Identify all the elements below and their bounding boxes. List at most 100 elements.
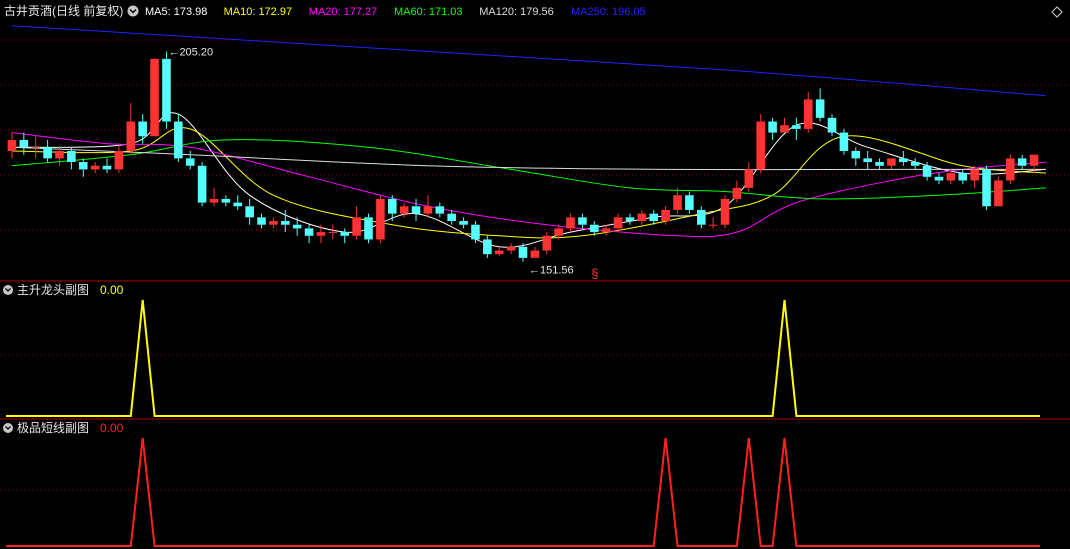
candle (483, 235, 492, 258)
candle (209, 187, 219, 207)
sub1-collapse-toggle[interactable] (3, 285, 13, 295)
candle-body (447, 213, 456, 222)
sub-panel-2-header: 极品短线副图 0.00 (3, 421, 124, 435)
sub2-value: 0.00 (100, 421, 124, 435)
candle-body (387, 198, 397, 214)
candle-body (185, 158, 195, 166)
candle-body (887, 158, 896, 166)
candle-body (43, 147, 52, 159)
candle-body (364, 217, 373, 240)
candle-body (958, 173, 968, 181)
candle-body (827, 117, 837, 133)
candle-body (649, 213, 659, 222)
candle-body (685, 195, 694, 210)
candle-body (19, 139, 29, 148)
stock-title: 古井贡酒(日线 前复权) (4, 3, 123, 18)
candle (114, 143, 124, 174)
candle-body (637, 213, 647, 222)
sub2-title: 极品短线副图 (17, 421, 89, 435)
candle (376, 195, 385, 244)
candle (685, 191, 694, 214)
candle-body (292, 224, 302, 229)
candle (494, 246, 504, 256)
candle (875, 158, 884, 170)
high-price-label: ←205.20 (168, 46, 213, 58)
candle (269, 217, 278, 229)
candle-body (839, 132, 849, 151)
candle (566, 213, 575, 233)
candle-body (435, 206, 445, 214)
candle-body (209, 198, 219, 203)
candle (1017, 154, 1027, 170)
candle-body (744, 169, 754, 188)
candle-body (922, 165, 932, 177)
candle-body (768, 121, 777, 133)
candle-body (732, 187, 742, 199)
ma-readout: MA120: 179.56 (479, 6, 554, 18)
candle-body (269, 221, 278, 225)
candle-body (162, 58, 171, 122)
candle-body (245, 206, 254, 218)
candle (292, 217, 302, 236)
ma-readout: MA20: 177.27 (309, 6, 378, 18)
candle-body (316, 232, 326, 236)
candle-body (281, 221, 290, 225)
expand-button[interactable] (1051, 6, 1063, 18)
diamond-icon[interactable] (1051, 6, 1063, 18)
signal-marker: § (591, 266, 598, 281)
candle-body (566, 217, 575, 229)
candle (423, 195, 433, 218)
candle-body (530, 250, 540, 258)
candle-body (102, 165, 112, 170)
candlestick-series (7, 51, 1039, 262)
candle (102, 158, 112, 174)
candle (447, 209, 456, 225)
candle (7, 132, 17, 159)
candle (31, 136, 40, 159)
candle-body (982, 169, 991, 207)
candle-body (613, 217, 623, 229)
candle (67, 147, 76, 170)
candle-body (875, 162, 884, 166)
candle (257, 213, 266, 229)
candle-body (1006, 158, 1015, 181)
candle-body (399, 206, 409, 214)
candle (542, 232, 552, 255)
candle-body (518, 246, 528, 258)
candle-body (625, 217, 635, 222)
ma-readout: MA60: 171.03 (394, 6, 463, 18)
candle (471, 221, 480, 244)
sub-panel-1-header: 主升龙头副图 0.00 (3, 283, 124, 297)
candle (744, 162, 754, 192)
sub2-collapse-toggle[interactable] (3, 423, 13, 433)
ma-readout: MA5: 173.98 (145, 6, 207, 18)
collapse-toggle[interactable] (127, 5, 139, 17)
candle-body (803, 99, 813, 129)
candle (340, 228, 350, 244)
candle-body (90, 165, 100, 170)
candle-body (221, 198, 231, 203)
candle (756, 114, 765, 174)
candle (328, 224, 338, 240)
candle-body (815, 99, 825, 118)
candle-body (661, 209, 670, 222)
candle (221, 195, 231, 207)
candle-body (257, 217, 266, 225)
chevron-down-icon[interactable] (3, 285, 13, 295)
chevron-down-icon[interactable] (3, 423, 13, 433)
candle-body (7, 139, 17, 151)
candle-body (78, 162, 88, 170)
candle (55, 147, 64, 166)
candle (411, 198, 421, 222)
candle (768, 117, 777, 140)
candle-body (459, 221, 468, 225)
candle-body (506, 246, 516, 251)
candle-body (780, 125, 789, 133)
chevron-down-icon[interactable] (127, 5, 139, 17)
candle (780, 117, 789, 133)
sub2-series-line (6, 437, 1040, 547)
candle-body (851, 151, 861, 159)
candle-body (494, 250, 504, 255)
candle (851, 147, 861, 166)
candle (506, 243, 516, 255)
